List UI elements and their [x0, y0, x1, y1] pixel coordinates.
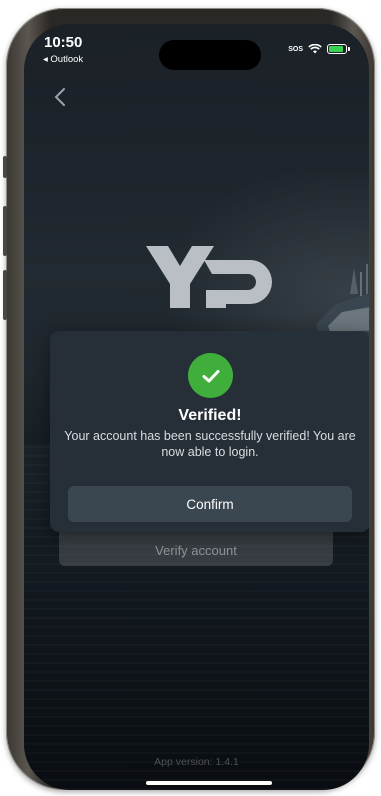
battery-icon: [327, 44, 350, 54]
success-check-icon: [188, 353, 233, 398]
status-icons: SOS: [288, 44, 350, 54]
app-version-label: App version: 1.4.1: [154, 756, 239, 768]
status-time: 10:50: [44, 34, 83, 51]
dynamic-island: [159, 40, 261, 70]
home-indicator[interactable]: [146, 781, 272, 785]
volume-up-button: [3, 206, 7, 256]
dialog-title: Verified!: [178, 407, 242, 424]
sos-indicator: SOS: [288, 45, 303, 53]
app-screen: 10:50 ◂ Outlook SOS Verify account Verif…: [24, 24, 369, 790]
back-chevron-icon[interactable]: [50, 86, 72, 108]
silent-switch: [3, 156, 7, 178]
verify-account-button[interactable]: Verify account: [59, 526, 333, 566]
phone-frame: 10:50 ◂ Outlook SOS Verify account Verif…: [3, 8, 375, 790]
yp-logo: [146, 246, 272, 308]
battery-level: [329, 46, 343, 52]
verified-dialog: Verified! Your account has been successf…: [50, 331, 369, 532]
back-to-app-link[interactable]: ◂ Outlook: [43, 54, 83, 65]
confirm-button[interactable]: Confirm: [68, 486, 352, 522]
dialog-message: Your account has been successfully verif…: [64, 429, 356, 459]
volume-down-button: [3, 270, 7, 320]
wifi-icon: [308, 44, 322, 54]
